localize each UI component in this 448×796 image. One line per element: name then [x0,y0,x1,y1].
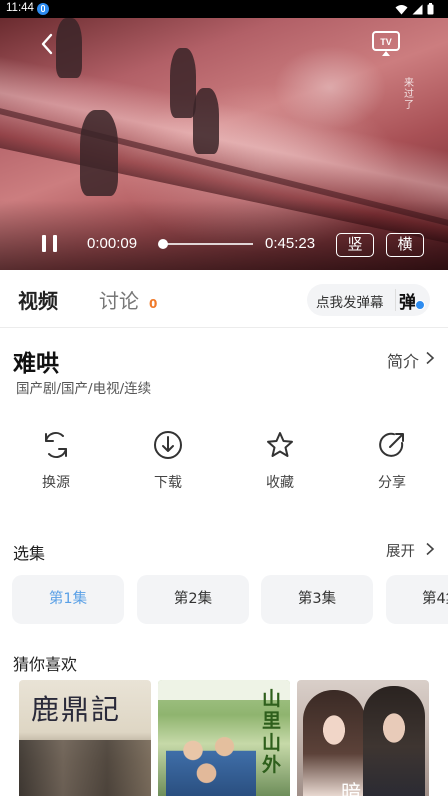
action-label: 收藏 [266,475,294,491]
show-title: 难哄 [13,351,59,377]
episode-item[interactable]: 第3集 [261,575,373,624]
poster-kids [166,720,256,796]
action-label: 换源 [42,475,70,491]
video-frame-person [193,88,219,154]
danmu-input[interactable]: 点我发弹幕 [316,291,384,311]
video-frame-person [80,110,118,196]
current-time: 0:00:09 [87,235,138,252]
pause-icon-bar [53,235,57,252]
poster-man [363,686,425,796]
share-icon [379,432,404,457]
pause-button[interactable] [40,234,60,254]
chevron-right-icon[interactable] [424,542,436,556]
poster-title: 暗 [341,780,361,796]
expand-episodes-link[interactable]: 展开 [386,540,415,561]
recommend-card[interactable]: 暗 [297,680,429,796]
video-player[interactable]: 来过了 TV 0:00:09 0:45:23 竖 横 [0,18,448,270]
episode-item[interactable]: 第1集 [12,575,124,624]
danmu-toggle[interactable]: 弹 [399,288,416,313]
recommend-card[interactable]: 山里山外 [158,680,290,796]
fullscreen-button[interactable]: 横 [386,233,424,257]
tab-video[interactable]: 视频 [18,285,58,314]
status-time: 11:44 [6,2,34,14]
episode-item[interactable]: 第2集 [137,575,249,624]
back-arrow-icon[interactable] [36,32,60,56]
divider [395,289,396,311]
chevron-right-icon[interactable] [424,351,436,365]
controls-shade [0,200,448,270]
video-frame-person [170,48,196,118]
download-button[interactable]: 下载 [138,430,198,492]
episode-item[interactable]: 第4集 [386,575,448,624]
episodes-title: 选集 [13,544,46,563]
vertical-mode-button[interactable]: 竖 [336,233,374,257]
action-label: 下载 [154,475,182,491]
intro-link[interactable]: 简介 [387,348,419,372]
danmu-on-badge [415,300,425,310]
show-tags: 国产剧/国产/电视/连续 [16,381,152,397]
recommend-card[interactable]: 鹿鼎記 [19,680,151,796]
progress-bar[interactable] [158,239,253,249]
poster-crowd [19,740,151,796]
content-tabs: 视频 讨论 0 点我发弹幕 弹 [0,270,448,328]
star-icon [267,432,293,457]
notification-icon [37,3,49,15]
tv-icon: TV [372,31,400,56]
wifi-icon [395,4,408,14]
danmu-bar: 点我发弹幕 弹 [307,284,430,316]
tv-label: TV [380,37,392,47]
tab-discuss[interactable]: 讨论 [99,285,139,314]
cast-to-tv-button[interactable]: TV [371,30,401,58]
action-label: 分享 [378,475,406,491]
poster-title: 鹿鼎記 [31,693,122,726]
poster-title: 山里山外 [262,688,282,776]
favorite-button[interactable]: 收藏 [250,430,310,492]
switch-source-icon [45,431,67,459]
download-icon [154,431,182,459]
battery-icon [427,3,434,15]
share-button[interactable]: 分享 [362,430,422,492]
status-bar: 11:44 [0,0,448,18]
switch-source-button[interactable]: 换源 [26,430,86,492]
signal-icon [412,4,423,14]
recommend-title: 猜你喜欢 [13,655,78,674]
total-time: 0:45:23 [265,235,316,252]
pause-icon-bar [42,235,46,252]
discuss-count-badge: 0 [149,297,158,311]
status-icons [395,3,434,15]
video-watermark: 来过了 [404,78,414,111]
